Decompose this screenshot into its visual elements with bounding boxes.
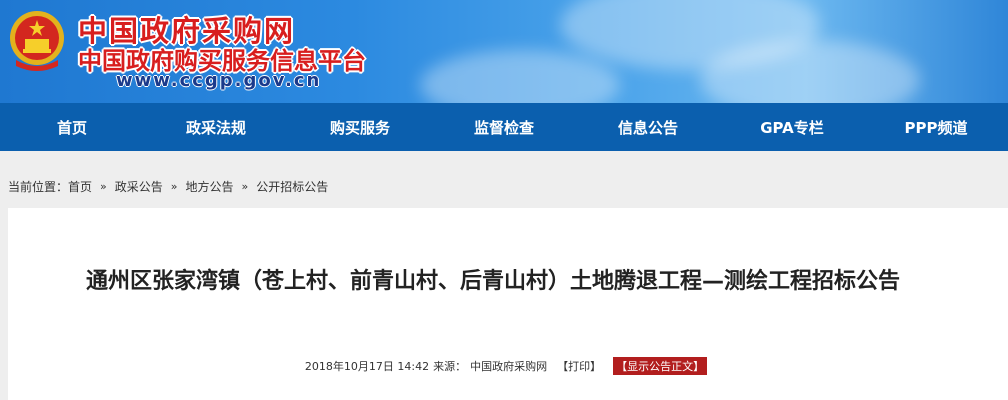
source-name: 中国政府采购网 <box>470 360 548 373</box>
header-banner: 中国政府采购网 中国政府购买服务信息平台 www.ccgp.gov.cn <box>0 0 1008 103</box>
main-nav: 首页 政采法规 购买服务 监督检查 信息公告 GPA专栏 PPP频道 <box>0 103 1008 151</box>
article-title: 通州区张家湾镇（苍上村、前青山村、后青山村）土地腾退工程—测绘工程招标公告 <box>85 269 900 294</box>
breadcrumb-prefix: 当前位置： <box>8 180 69 194</box>
breadcrumb-separator: » <box>100 180 107 193</box>
breadcrumb-item-local[interactable]: 地方公告 <box>186 178 234 195</box>
breadcrumb-separator: » <box>170 180 178 193</box>
nav-item-purchase-services[interactable]: 购买服务 <box>288 103 432 151</box>
breadcrumb-item-procurement[interactable]: 政采公告 <box>115 178 163 195</box>
print-button[interactable]: 【打印】 <box>557 358 601 374</box>
nav-item-supervision[interactable]: 监督检查 <box>432 103 576 151</box>
cloud-decoration <box>420 50 620 103</box>
national-emblem-icon <box>10 11 64 71</box>
article-meta: 2018年10月17日 14:42 来源： 中国政府采购网 【打印】 【显示公告… <box>8 357 1008 375</box>
nav-item-gpa[interactable]: GPA专栏 <box>720 103 864 151</box>
nav-item-regulations[interactable]: 政采法规 <box>144 103 288 151</box>
site-url[interactable]: www.ccgp.gov.cn <box>116 70 321 91</box>
article-card: 通州区张家湾镇（苍上村、前青山村、后青山村）土地腾退工程—测绘工程招标公告 20… <box>8 208 1008 400</box>
nav-item-announcements[interactable]: 信息公告 <box>576 103 720 151</box>
show-announcement-body-button[interactable]: 【显示公告正文】 <box>613 357 708 375</box>
publish-date: 2018年10月17日 14:42 <box>304 360 430 373</box>
breadcrumb-separator: » <box>241 180 249 193</box>
breadcrumb-item-tender[interactable]: 公开招标公告 <box>256 178 328 195</box>
breadcrumb-item-home[interactable]: 首页 <box>68 178 92 195</box>
breadcrumb: 当前位置： 首页 » 政采公告 » 地方公告 » 公开招标公告 <box>8 178 328 195</box>
nav-item-home[interactable]: 首页 <box>0 103 144 151</box>
nav-item-ppp[interactable]: PPP频道 <box>864 103 1008 151</box>
source-label: 来源： <box>433 360 467 373</box>
